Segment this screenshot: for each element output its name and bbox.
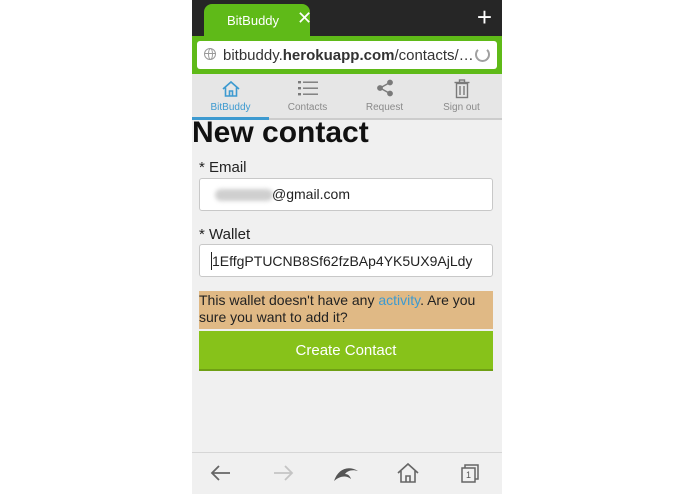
home-icon[interactable] — [393, 461, 423, 485]
back-icon[interactable] — [206, 461, 236, 485]
nav-item-bitbuddy[interactable]: BitBuddy — [192, 74, 269, 120]
browser-window: BitBuddy ✕ + bitbuddy.herokuapp.com/cont… — [192, 0, 502, 494]
nav-label: BitBuddy — [210, 102, 251, 113]
email-field[interactable]: @gmail.com — [199, 178, 493, 211]
forward-icon[interactable] — [268, 461, 298, 485]
trash-icon — [423, 79, 500, 99]
wallet-warning: This wallet doesn't have any activity. A… — [199, 291, 493, 329]
nav-item-request[interactable]: Request — [346, 74, 423, 118]
browser-bottom-bar: 1 — [192, 452, 502, 494]
browser-tab[interactable]: BitBuddy ✕ — [204, 4, 312, 38]
wallet-value: 1EffgPTUCNB8Sf62fzBAp4YK5UX9AjLdy — [212, 253, 473, 269]
redacted-email-user — [215, 189, 273, 201]
wallet-field[interactable]: 1EffgPTUCNB8Sf62fzBAp4YK5UX9AjLdy — [199, 244, 493, 277]
url-text: bitbuddy.herokuapp.com/contacts/… — [223, 47, 474, 64]
url-path: /contacts/… — [394, 47, 474, 64]
nav-label: Request — [365, 102, 404, 113]
app-nav-bar: BitBuddy Contacts Request Sign out — [192, 74, 502, 120]
wallet-label: * Wallet — [199, 226, 251, 243]
email-value: @gmail.com — [272, 186, 351, 202]
nav-label: Contacts — [287, 102, 328, 113]
nav-item-contacts[interactable]: Contacts — [269, 74, 346, 118]
dolphin-icon[interactable] — [331, 461, 361, 485]
share-icon — [346, 79, 423, 99]
new-tab-button[interactable]: + — [477, 4, 492, 30]
address-field[interactable]: bitbuddy.herokuapp.com/contacts/… — [197, 41, 497, 69]
globe-icon — [204, 48, 216, 60]
url-bar: bitbuddy.herokuapp.com/contacts/… — [192, 36, 502, 74]
home-icon — [192, 79, 269, 99]
warning-text: This wallet doesn't have any — [199, 292, 379, 308]
tabs-icon[interactable]: 1 — [455, 461, 485, 485]
nav-label: Sign out — [443, 102, 480, 113]
email-label: * Email — [199, 159, 247, 176]
list-icon — [269, 79, 346, 99]
tabs-count: 1 — [466, 470, 472, 480]
url-host-prefix: bitbuddy. — [223, 47, 283, 64]
nav-item-sign-out[interactable]: Sign out — [423, 74, 500, 118]
tab-title: BitBuddy — [227, 13, 280, 28]
close-icon[interactable]: ✕ — [297, 9, 312, 27]
refresh-icon[interactable] — [475, 47, 490, 62]
tab-bar: BitBuddy ✕ + — [192, 0, 502, 38]
activity-link[interactable]: activity — [378, 292, 420, 308]
url-host-domain: herokuapp.com — [282, 47, 395, 64]
create-contact-button[interactable]: Create Contact — [199, 331, 493, 371]
page-title: New contact — [192, 116, 369, 149]
